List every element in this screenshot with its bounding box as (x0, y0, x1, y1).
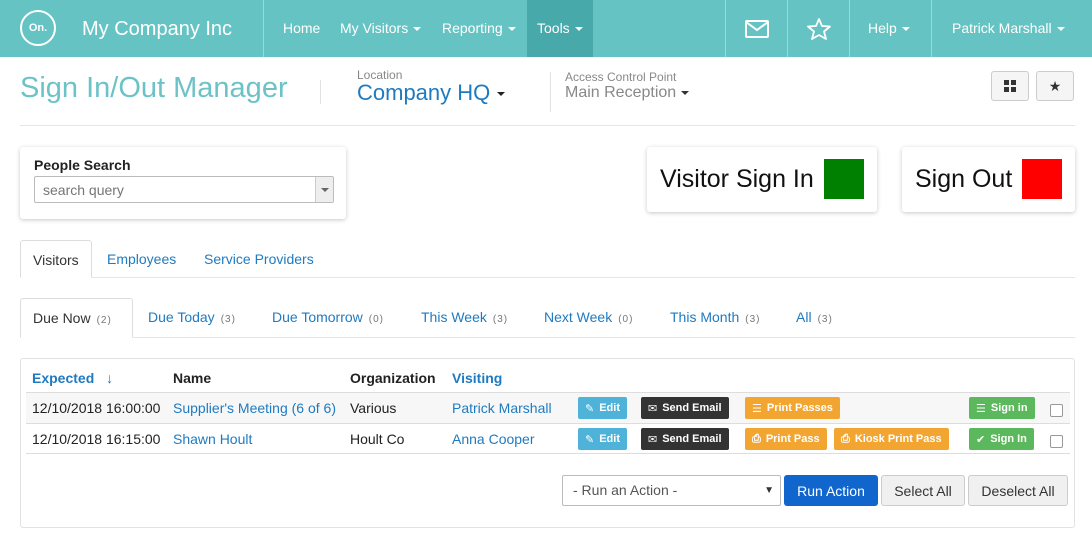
visitor-sign-in-label: Visitor Sign In (660, 165, 814, 193)
nav-divider (849, 0, 850, 57)
deselect-all-button[interactable]: Deselect All (968, 475, 1068, 506)
favorite-page-button[interactable]: ★ (1036, 71, 1074, 101)
printer-icon: ⎙ (841, 432, 850, 445)
sign-out-label: Sign Out (915, 165, 1013, 193)
column-header-name: Name (173, 370, 212, 386)
nav-tools[interactable]: Tools (527, 0, 593, 57)
tab-next-week[interactable]: Next Week (0) (532, 298, 645, 336)
visitor-sign-in-button[interactable]: Visitor Sign In (647, 147, 877, 212)
envelope-icon: ✉ (648, 433, 658, 446)
chevron-down-icon (681, 90, 690, 95)
check-circle-icon: ✔ (976, 433, 986, 446)
row-organization: Various (350, 400, 397, 416)
tab-due-now[interactable]: Due Now (2) (20, 298, 133, 338)
divider (320, 80, 321, 104)
edit-icon: ✎ (585, 433, 595, 446)
tab-employees[interactable]: Employees (95, 240, 188, 278)
chevron-down-icon (497, 92, 506, 97)
people-search-label: People Search (34, 157, 131, 173)
favorites-button[interactable] (788, 0, 849, 57)
tab-this-month[interactable]: This Month (3) (658, 298, 772, 336)
company-logo[interactable]: On. (20, 10, 56, 46)
tab-due-today[interactable]: Due Today (3) (136, 298, 248, 336)
run-action-select[interactable]: - Run an Action - ▼ (562, 475, 781, 506)
chevron-down-icon (901, 27, 910, 32)
people-search-field[interactable] (34, 176, 334, 203)
nav-divider (931, 0, 932, 57)
sign-in-button[interactable]: ✔ Sign In (969, 428, 1034, 450)
envelope-icon: ✉ (648, 402, 658, 415)
chevron-down-icon (574, 27, 583, 32)
edit-icon: ✎ (585, 402, 595, 415)
divider (550, 72, 551, 112)
grid-icon (1004, 80, 1016, 92)
tab-this-week[interactable]: This Week (3) (409, 298, 520, 336)
chevron-down-icon: ▼ (764, 485, 774, 496)
star-icon: ★ (1048, 77, 1062, 94)
page-title: Sign In/Out Manager (20, 72, 288, 104)
row-checkbox[interactable] (1050, 435, 1063, 448)
list-icon: ☰ (976, 402, 986, 415)
nav-my-visitors[interactable]: My Visitors (330, 0, 431, 57)
people-search-card: People Search (20, 147, 346, 219)
row-visiting-link[interactable]: Patrick Marshall (452, 400, 552, 416)
user-menu[interactable]: Patrick Marshall (942, 0, 1075, 57)
access-control-point-selector[interactable]: Main Reception (565, 84, 690, 102)
nav-home[interactable]: Home (273, 0, 330, 57)
send-email-button[interactable]: ✉ Send Email (641, 428, 729, 450)
brand-name[interactable]: My Company Inc (82, 18, 232, 41)
tab-all[interactable]: All (3) (784, 298, 845, 336)
row-checkbox[interactable] (1050, 404, 1063, 417)
row-name-link[interactable]: Supplier's Meeting (6 of 6) (173, 400, 336, 416)
tab-due-tomorrow[interactable]: Due Tomorrow (0) (260, 298, 396, 336)
list-icon: ☰ (752, 402, 762, 415)
chevron-down-icon (507, 27, 516, 32)
row-visiting-link[interactable]: Anna Cooper (452, 431, 535, 447)
chevron-down-icon (413, 27, 422, 32)
chevron-down-icon (1056, 27, 1065, 32)
top-navbar: On. My Company Inc Home My Visitors Repo… (0, 0, 1092, 57)
select-all-button[interactable]: Select All (881, 475, 965, 506)
sign-out-indicator (1022, 159, 1062, 199)
chevron-down-icon (320, 187, 329, 192)
row-organization: Hoult Co (350, 431, 405, 447)
edit-button[interactable]: ✎ Edit (578, 428, 627, 450)
column-header-expected[interactable]: Expected ↓ (32, 370, 113, 386)
star-icon (806, 17, 831, 40)
mail-icon (744, 19, 769, 38)
column-header-visiting[interactable]: Visiting (452, 370, 502, 386)
print-pass-button[interactable]: ⎙ Print Pass (745, 428, 827, 450)
nav-help[interactable]: Help (858, 0, 920, 57)
send-email-button[interactable]: ✉ Send Email (641, 397, 729, 419)
sign-out-button[interactable]: Sign Out (902, 147, 1075, 212)
search-input[interactable] (35, 177, 305, 202)
sign-in-indicator (824, 159, 864, 199)
nav-divider (263, 0, 264, 57)
messages-button[interactable] (726, 0, 787, 57)
grid-view-button[interactable] (991, 71, 1029, 101)
tab-service-providers[interactable]: Service Providers (192, 240, 326, 278)
sign-in-button[interactable]: ☰ Sign in (969, 397, 1035, 419)
period-tabs-border (20, 337, 1075, 338)
row-expected: 12/10/2018 16:15:00 (32, 431, 161, 447)
tab-visitors[interactable]: Visitors (20, 240, 92, 278)
nav-reporting[interactable]: Reporting (432, 0, 526, 57)
access-control-point-label: Access Control Point (565, 70, 677, 84)
edit-button[interactable]: ✎ Edit (578, 397, 627, 419)
run-action-button[interactable]: Run Action (784, 475, 878, 506)
print-passes-button[interactable]: ☰ Print Passes (745, 397, 840, 419)
row-name-link[interactable]: Shawn Hoult (173, 431, 252, 447)
location-selector[interactable]: Company HQ (357, 80, 506, 106)
printer-icon: ⎙ (752, 432, 761, 445)
header-divider (20, 125, 1075, 126)
search-dropdown-toggle[interactable] (315, 177, 333, 202)
sort-arrow-icon: ↓ (106, 370, 114, 386)
column-header-organization: Organization (350, 370, 436, 386)
kiosk-print-pass-button[interactable]: ⎙ Kiosk Print Pass (834, 428, 949, 450)
row-expected: 12/10/2018 16:00:00 (32, 400, 161, 416)
